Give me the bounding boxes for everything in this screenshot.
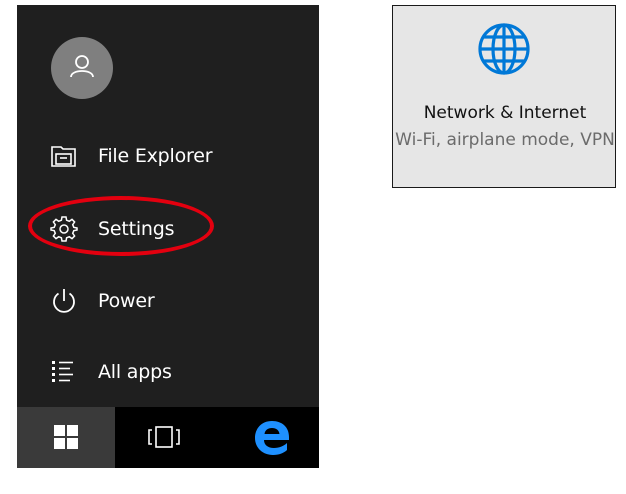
gear-icon: [49, 214, 79, 244]
start-item-label: All apps: [98, 361, 172, 383]
start-item-all-apps[interactable]: All apps: [17, 342, 319, 402]
task-view-button[interactable]: [115, 407, 213, 468]
start-menu: File Explorer Settings Power All apps: [17, 5, 319, 468]
start-item-power[interactable]: Power: [17, 271, 319, 331]
file-explorer-icon: [49, 141, 79, 171]
tile-title: Network & Internet: [423, 103, 587, 123]
user-avatar[interactable]: [51, 37, 113, 99]
start-button[interactable]: [17, 407, 115, 468]
user-avatar-icon: [70, 55, 94, 78]
windows-logo-icon: [54, 425, 78, 449]
power-icon: [49, 286, 79, 316]
globe-icon: [478, 23, 530, 75]
tile-description: Wi-Fi, airplane mode, VPN: [395, 130, 615, 150]
start-item-label: Power: [98, 290, 155, 312]
start-item-file-explorer[interactable]: File Explorer: [17, 126, 319, 186]
start-item-label: File Explorer: [98, 145, 213, 167]
start-item-settings[interactable]: Settings: [17, 199, 319, 259]
edge-browser-icon: [255, 421, 289, 455]
all-apps-list-icon: [49, 357, 79, 387]
task-view-icon: [148, 426, 180, 448]
network-internet-tile[interactable]: Network & Internet Wi-Fi, airplane mode,…: [392, 5, 616, 188]
start-item-label: Settings: [98, 218, 175, 240]
taskbar: [17, 407, 319, 468]
edge-button[interactable]: [213, 407, 319, 468]
